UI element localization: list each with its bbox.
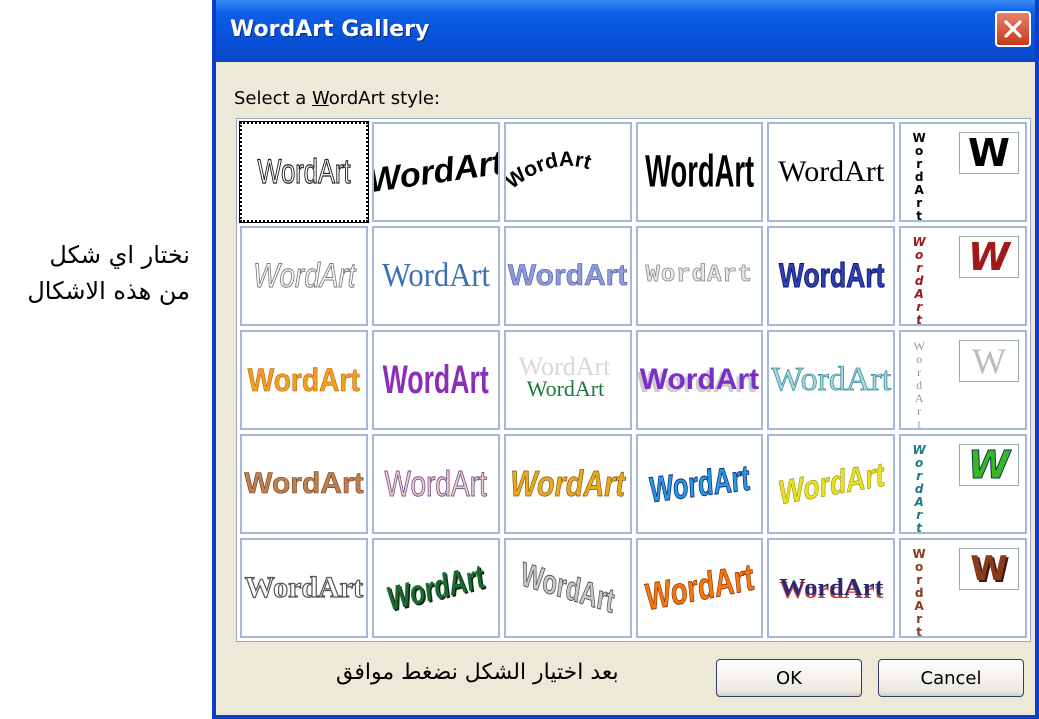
wordart-style-29[interactable]: WordArt	[767, 538, 896, 638]
wordart-style-10[interactable]: WordArt	[635, 226, 764, 326]
wordart-style-25[interactable]: WordArt	[240, 538, 368, 638]
close-icon	[1004, 20, 1022, 38]
wordart-style-grid: WordArt WordArt WordArt WordArt WordArt …	[236, 118, 1031, 642]
arched-wordart: WordArt	[506, 148, 594, 194]
wordart-style-5[interactable]: WordArt	[767, 122, 896, 222]
wordart-style-9[interactable]: WordArt	[503, 226, 632, 326]
wordart-style-18[interactable]: WordArt W	[899, 330, 1027, 430]
vertical-letter: t	[916, 521, 923, 534]
wordart-style-11[interactable]: WordArt	[767, 226, 896, 326]
shadowed-wordart: WordArt WordArt	[518, 352, 611, 401]
wordart-style-28[interactable]: WordArt	[635, 538, 764, 638]
vertical-letter: t	[916, 625, 923, 638]
wordart-style-3[interactable]: WordArt	[503, 122, 632, 222]
vertical-letter: t	[917, 417, 921, 430]
w-sample: W	[959, 131, 1019, 175]
wordart-style-2[interactable]: WordArt	[371, 122, 500, 222]
wordart-style-21[interactable]: WordArt	[503, 434, 632, 534]
wordart-style-24[interactable]: WordArt W	[899, 434, 1027, 534]
w-sample: W	[959, 235, 1019, 279]
wordart-style-22[interactable]: WordArt	[635, 434, 764, 534]
wordart-style-23[interactable]: WordArt	[767, 434, 896, 534]
wordart-style-15[interactable]: WordArt WordArt	[503, 330, 632, 430]
wordart-style-4[interactable]: WordArt	[635, 122, 764, 222]
wordart-style-19[interactable]: WordArt	[240, 434, 368, 534]
wordart-style-30[interactable]: WordArt W	[899, 538, 1027, 638]
vertical-wordart: WordArt	[911, 236, 927, 326]
wordart-style-8[interactable]: WordArt	[371, 226, 500, 326]
vertical-wordart: WordArt	[911, 444, 927, 534]
wordart-style-16[interactable]: WordArt	[635, 330, 764, 430]
vertical-wordart: WordArt	[911, 340, 927, 430]
close-button[interactable]	[995, 11, 1031, 47]
wordart-style-7[interactable]: WordArt	[240, 226, 368, 326]
vertical-letter: t	[916, 209, 923, 222]
annotation-line-1: نختار اي شكل	[49, 241, 190, 269]
wordart-style-20[interactable]: WordArt	[371, 434, 500, 534]
svg-text:WordArt: WordArt	[506, 148, 594, 194]
w-sample: W	[959, 340, 1019, 382]
annotation-text: نختار اي شكل من هذه الاشكال	[0, 237, 190, 309]
mnemonic-w: W	[312, 88, 329, 109]
annotation-line-2: من هذه الاشكال	[27, 277, 190, 305]
ok-button[interactable]: OK	[716, 659, 862, 697]
wordart-style-26[interactable]: WordArt	[371, 538, 500, 638]
w-sample: W	[959, 443, 1019, 488]
vertical-wordart: WordArt	[911, 548, 927, 638]
wordart-gallery-dialog: WordArt Gallery Select a WordArt style: …	[212, 0, 1039, 719]
wordart-style-27[interactable]: WordArt	[503, 538, 632, 638]
dialog-title: WordArt Gallery	[230, 17, 430, 42]
wordart-style-14[interactable]: WordArt	[371, 330, 500, 430]
vertical-wordart: WordArt	[911, 132, 927, 222]
select-style-label: Select a WordArt style:	[234, 88, 441, 109]
wordart-style-6[interactable]: WordArt W	[899, 122, 1027, 222]
cancel-button[interactable]: Cancel	[878, 659, 1024, 697]
wordart-style-13[interactable]: WordArt	[240, 330, 368, 430]
vertical-letter: t	[916, 313, 923, 326]
w-sample: W	[959, 548, 1019, 590]
title-bar[interactable]: WordArt Gallery	[216, 0, 1035, 62]
footer-instruction: بعد اختيار الشكل نضغط موافق	[336, 660, 619, 685]
wordart-style-17[interactable]: WordArt	[767, 330, 896, 430]
wordart-style-1[interactable]: WordArt	[239, 121, 369, 223]
wordart-style-12[interactable]: WordArt W	[899, 226, 1027, 326]
